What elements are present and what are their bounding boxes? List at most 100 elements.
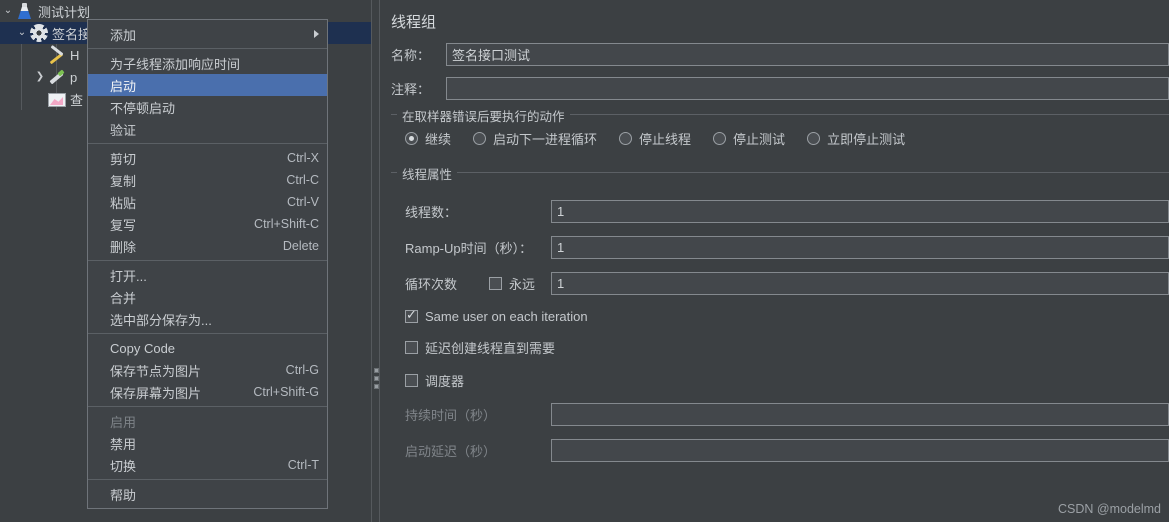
menu-item-label: 切换 bbox=[110, 458, 137, 474]
tree-context-menu[interactable]: 添加为子线程添加响应时间 启动不停顿启动验证剪切 Ctrl-X 复制 Ctrl-C 粘贴 C… bbox=[87, 19, 328, 509]
forever-checkbox[interactable]: 永远 bbox=[489, 274, 551, 293]
rampup-input[interactable] bbox=[551, 236, 1169, 259]
delay-create-row: 延迟创建线程直到需要 bbox=[391, 338, 1169, 357]
menu-separator bbox=[88, 260, 327, 261]
menu-item-shortcut: Delete bbox=[282, 239, 319, 253]
menu-item-label: 不停顿启动 bbox=[110, 100, 176, 116]
radio-start-next-loop[interactable]: 启动下一进程循环 bbox=[473, 129, 597, 148]
delay-thread-creation-checkbox[interactable]: 延迟创建线程直到需要 bbox=[405, 338, 555, 357]
same-user-checkbox[interactable]: Same user on each iteration bbox=[405, 307, 588, 324]
radio-indicator bbox=[713, 132, 727, 145]
menu-item[interactable]: 不停顿启动 bbox=[88, 96, 327, 118]
panel-splitter[interactable] bbox=[371, 0, 380, 522]
menu-item-label: 选中部分保存为... bbox=[110, 312, 212, 328]
menu-item-label: 合并 bbox=[110, 290, 137, 306]
threads-row: 线程数： bbox=[391, 200, 1169, 223]
menu-item[interactable]: 合并 bbox=[88, 286, 327, 308]
same-user-row: Same user on each iteration bbox=[391, 307, 1169, 324]
radio-stop-test-now[interactable]: 立即停止测试 bbox=[807, 129, 905, 148]
checkbox-indicator bbox=[405, 374, 418, 387]
menu-item: 启用 bbox=[88, 410, 327, 432]
thread-group-editor: 线程组 名称： 注释： 在取样器错误后要执行的动作 继续 启动下一进程循 bbox=[381, 0, 1169, 522]
menu-item-label: 启用 bbox=[110, 414, 137, 430]
thread-properties-group-body: 线程数： Ramp-Up时间（秒）： 循环次数 永远 bbox=[391, 173, 1169, 472]
page-title: 线程组 bbox=[391, 14, 437, 31]
menu-item-label: 复写 bbox=[110, 217, 137, 233]
duration-label: 持续时间（秒） bbox=[405, 408, 497, 423]
error-action-group: 在取样器错误后要执行的动作 继续 启动下一进程循环 停止线程 停止测试 立即停止… bbox=[391, 106, 1169, 158]
delay-thread-creation-label: 延迟创建线程直到需要 bbox=[425, 341, 556, 356]
name-input[interactable] bbox=[446, 43, 1169, 66]
radio-continue[interactable]: 继续 bbox=[405, 129, 451, 148]
menu-item[interactable]: 保存屏幕为图片 Ctrl+Shift-G bbox=[88, 381, 327, 403]
menu-separator bbox=[88, 333, 327, 334]
menu-item-label: 复制 bbox=[110, 173, 137, 189]
error-action-group-title: 在取样器错误后要执行的动作 bbox=[397, 106, 570, 125]
tools-icon bbox=[48, 46, 66, 64]
startup-delay-input[interactable] bbox=[551, 439, 1169, 462]
menu-item-label: 打开... bbox=[110, 268, 147, 284]
rampup-row: Ramp-Up时间（秒）： bbox=[391, 236, 1169, 259]
chevron-down-icon[interactable]: ⌄ bbox=[14, 28, 30, 38]
menu-item-label: 帮助 bbox=[110, 487, 137, 503]
menu-item[interactable]: 复写 Ctrl+Shift-C bbox=[88, 213, 327, 235]
menu-item-shortcut: Ctrl-C bbox=[286, 173, 319, 187]
menu-item[interactable]: 为子线程添加响应时间 bbox=[88, 52, 327, 74]
splitter-grip-handle[interactable] bbox=[374, 368, 379, 389]
grip-dot bbox=[374, 376, 379, 381]
error-action-radio-group: 继续 启动下一进程循环 停止线程 停止测试 立即停止测试 bbox=[391, 129, 1169, 148]
chevron-down-icon[interactable]: ⌄ bbox=[0, 6, 16, 16]
menu-item[interactable]: 选中部分保存为... bbox=[88, 308, 327, 330]
menu-item-shortcut: Ctrl-X bbox=[287, 151, 319, 165]
radio-stop-test[interactable]: 停止测试 bbox=[713, 129, 785, 148]
menu-item[interactable]: 切换 Ctrl-T bbox=[88, 454, 327, 476]
duration-row: 持续时间（秒） bbox=[391, 403, 1169, 426]
startup-delay-label: 启动延迟（秒） bbox=[405, 444, 497, 459]
menu-item[interactable]: Copy Code bbox=[88, 337, 327, 359]
menu-item-shortcut: Ctrl+Shift-G bbox=[253, 385, 319, 399]
flask-icon bbox=[16, 2, 34, 20]
menu-item[interactable]: 粘贴 Ctrl-V bbox=[88, 191, 327, 213]
menu-item-label: Copy Code bbox=[110, 340, 176, 356]
scheduler-label: 调度器 bbox=[425, 374, 465, 389]
menu-item[interactable]: 删除 Delete bbox=[88, 235, 327, 257]
twisty-placeholder: · bbox=[32, 50, 48, 60]
submenu-arrow-icon bbox=[314, 30, 319, 38]
comment-label: 注释： bbox=[391, 82, 431, 97]
thread-properties-group: 线程属性 线程数： Ramp-Up时间（秒）： 循环次数 永远 bbox=[391, 164, 1169, 472]
scheduler-checkbox[interactable]: 调度器 bbox=[405, 371, 464, 390]
menu-item[interactable]: 打开... bbox=[88, 264, 327, 286]
menu-item[interactable]: 剪切 Ctrl-X bbox=[88, 147, 327, 169]
menu-item-label: 保存节点为图片 bbox=[110, 363, 202, 379]
menu-item[interactable]: 帮助 bbox=[88, 483, 327, 505]
twisty-placeholder: · bbox=[32, 94, 48, 104]
menu-item-label: 禁用 bbox=[110, 436, 137, 452]
threads-input[interactable] bbox=[551, 200, 1169, 223]
loop-count-row: 循环次数 永远 bbox=[391, 272, 1169, 295]
menu-item[interactable]: 保存节点为图片 Ctrl-G bbox=[88, 359, 327, 381]
gear-icon bbox=[30, 24, 48, 42]
menu-item[interactable]: 启动 bbox=[88, 74, 327, 96]
scheduler-row: 调度器 bbox=[391, 371, 1169, 390]
menu-item-label: 保存屏幕为图片 bbox=[110, 385, 202, 401]
menu-separator bbox=[88, 479, 327, 480]
menu-item[interactable]: 复制 Ctrl-C bbox=[88, 169, 327, 191]
menu-item[interactable]: 禁用 bbox=[88, 432, 327, 454]
rampup-label: Ramp-Up时间（秒）： bbox=[405, 241, 533, 256]
jmeter-window: ⌄ 测试计划 ⌄ 签名接口测试 · H ❯ p · 查 bbox=[0, 0, 1169, 522]
name-field-row: 名称： bbox=[381, 43, 1169, 66]
menu-item-label: 启动 bbox=[110, 78, 137, 94]
menu-item[interactable]: 添加 bbox=[88, 23, 327, 45]
radio-label: 停止线程 bbox=[639, 132, 692, 147]
menu-item[interactable]: 验证 bbox=[88, 118, 327, 140]
chevron-right-icon[interactable]: ❯ bbox=[32, 72, 48, 82]
radio-label: 继续 bbox=[425, 132, 452, 147]
menu-item-shortcut: Ctrl+Shift-C bbox=[254, 217, 319, 231]
comment-input[interactable] bbox=[446, 77, 1169, 100]
threads-label: 线程数： bbox=[405, 205, 458, 220]
tree-item-label: 查 bbox=[70, 92, 84, 108]
radio-stop-thread[interactable]: 停止线程 bbox=[619, 129, 691, 148]
loop-count-input[interactable] bbox=[551, 272, 1169, 295]
duration-input[interactable] bbox=[551, 403, 1169, 426]
menu-item-label: 为子线程添加响应时间 bbox=[110, 56, 241, 72]
